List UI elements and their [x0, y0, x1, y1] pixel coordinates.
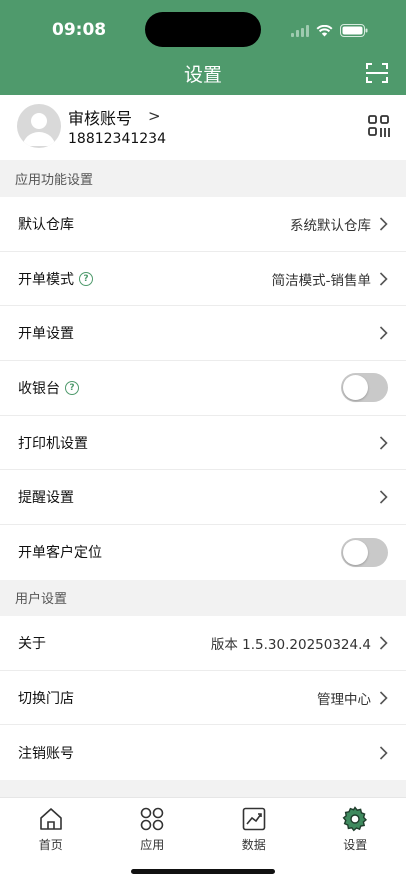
tab-settings[interactable]: 设置: [305, 798, 406, 883]
section-title-app: 应用功能设置: [0, 163, 406, 199]
tab-home[interactable]: 首页: [0, 798, 102, 883]
header: 09:08 设置: [0, 0, 406, 95]
row-reminder-settings[interactable]: 提醒设置: [0, 470, 406, 526]
toggle-knob: [343, 375, 368, 401]
chevron-right-icon: [379, 690, 388, 705]
row-customer-location: 开单客户定位: [0, 525, 406, 580]
dynamic-island: [145, 12, 261, 47]
tab-label: 首页: [38, 838, 63, 852]
page-title: 设置: [183, 64, 222, 86]
status-icons: [291, 22, 368, 41]
row-label: 开单设置: [18, 326, 74, 343]
row-cashier: 收银台 ?: [0, 361, 406, 416]
signal-icon: [291, 22, 309, 41]
chevron-right-icon: [379, 636, 388, 650]
wifi-icon: [316, 22, 333, 41]
chevron-right-icon: [379, 436, 388, 450]
cashier-toggle[interactable]: [341, 373, 388, 403]
row-label: 开单模式: [18, 271, 74, 288]
customer-location-toggle[interactable]: [341, 537, 388, 567]
row-label: 开单客户定位: [18, 545, 102, 562]
row-label: 切换门店: [18, 690, 74, 707]
profile-name: 审核账号: [68, 109, 133, 128]
row-label: 注销账号: [18, 745, 74, 762]
scan-icon[interactable]: [364, 60, 390, 86]
row-order-mode[interactable]: 开单模式 ? 简洁模式-销售单: [0, 252, 406, 307]
row-label: 打印机设置: [18, 435, 88, 452]
row-label: 收银台: [18, 380, 60, 397]
apps-icon: [140, 807, 164, 831]
row-order-settings[interactable]: 开单设置: [0, 306, 406, 362]
status-time: 09:08: [52, 20, 107, 40]
chevron-right-icon: [379, 217, 388, 231]
row-value: 系统默认仓库: [290, 217, 371, 234]
chevron-right-icon: [379, 746, 388, 760]
section-title-user: 用户设置: [0, 582, 406, 618]
avatar[interactable]: [17, 104, 61, 148]
row-switch-store[interactable]: 切换门店 管理中心: [0, 671, 406, 726]
home-indicator: [131, 869, 275, 874]
row-default-warehouse[interactable]: 默认仓库 系统默认仓库: [0, 197, 406, 252]
profile-card[interactable]: 审核账号 > 18812341234: [0, 95, 406, 160]
chevron-right-icon: [379, 490, 388, 504]
qr-code-icon[interactable]: [368, 115, 390, 139]
row-delete-account[interactable]: 注销账号: [0, 725, 406, 780]
tab-label: 数据: [241, 838, 266, 852]
row-label: 关于: [18, 635, 46, 652]
row-about[interactable]: 关于 版本 1.5.30.20250324.4: [0, 616, 406, 671]
row-value: 版本 1.5.30.20250324.4: [210, 636, 371, 653]
chevron-right-icon: [379, 326, 388, 340]
home-icon: [39, 808, 62, 830]
settings-gear-icon: [342, 806, 368, 832]
tab-label: 设置: [343, 838, 368, 852]
row-value: 管理中心: [317, 691, 371, 708]
row-label: 默认仓库: [18, 216, 74, 233]
help-icon[interactable]: ?: [65, 380, 79, 395]
user-settings-list: 关于 版本 1.5.30.20250324.4 切换门店 管理中心 注销账号: [0, 616, 406, 781]
profile-phone: 18812341234: [68, 131, 166, 147]
row-label: 提醒设置: [18, 490, 74, 507]
battery-icon: [340, 22, 368, 41]
chart-icon: [242, 807, 266, 831]
row-value: 简洁模式-销售单: [271, 272, 371, 289]
row-printer-settings[interactable]: 打印机设置: [0, 416, 406, 471]
help-icon[interactable]: ?: [79, 271, 93, 286]
app-settings-list: 默认仓库 系统默认仓库 开单模式 ? 简洁模式-销售单 开单设置 收银台 ? 打…: [0, 197, 406, 580]
chevron-right-icon: [379, 271, 388, 286]
profile-arrow[interactable]: >: [148, 107, 161, 125]
toggle-knob: [343, 539, 368, 565]
tab-label: 应用: [140, 838, 165, 852]
